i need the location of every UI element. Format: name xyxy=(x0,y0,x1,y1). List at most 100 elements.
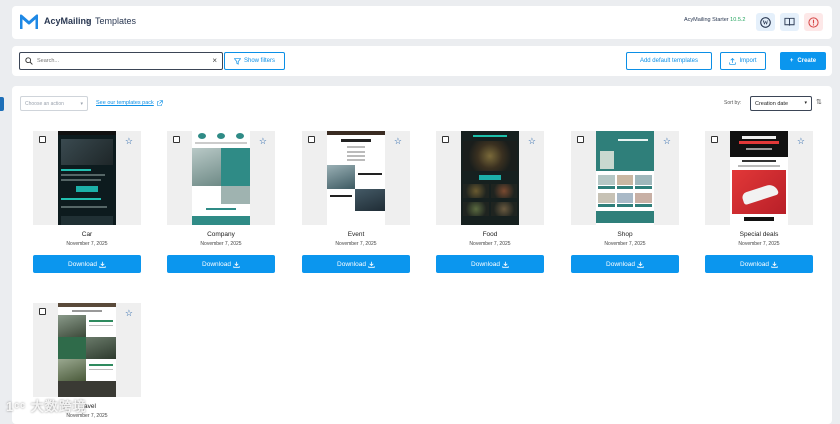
watermark-text: 大数跨境 xyxy=(30,399,87,414)
search-icon xyxy=(25,57,33,65)
search-box[interactable]: × xyxy=(19,52,223,70)
breadcrumb-separator: > xyxy=(86,16,92,26)
download-label: Download xyxy=(740,260,769,268)
watermark: 1ᶜᶜ 大数跨境 xyxy=(6,396,87,415)
bulk-action-placeholder: Choose an action xyxy=(25,101,64,107)
download-label: Download xyxy=(606,260,635,268)
star-icon[interactable]: ☆ xyxy=(663,137,671,146)
download-icon xyxy=(368,261,375,268)
import-button[interactable]: Import xyxy=(720,52,766,70)
template-preview xyxy=(192,131,250,225)
star-icon[interactable]: ☆ xyxy=(394,137,402,146)
wordpress-icon: W xyxy=(760,16,771,28)
template-name: Company xyxy=(207,231,235,238)
upload-icon xyxy=(729,57,737,65)
download-icon xyxy=(99,261,106,268)
filter-icon xyxy=(233,57,241,65)
add-default-templates-label: Add default templates xyxy=(639,58,699,64)
template-name: Food xyxy=(482,231,498,238)
template-date: November 7, 2025 xyxy=(335,241,377,247)
template-date: November 7, 2025 xyxy=(469,241,511,247)
template-date: November 7, 2025 xyxy=(738,241,780,247)
select-checkbox[interactable] xyxy=(39,308,46,315)
version-label: AcyMailing Starter 10.5.2 xyxy=(684,17,746,23)
template-thumbnail[interactable]: ☆ xyxy=(33,131,141,225)
plus-icon: + xyxy=(789,58,794,64)
star-icon[interactable]: ☆ xyxy=(259,137,267,146)
star-icon[interactable]: ☆ xyxy=(528,137,536,146)
create-label: Create xyxy=(797,58,817,64)
acymailing-logo-icon xyxy=(20,14,38,29)
download-button[interactable]: Download xyxy=(571,255,679,273)
sort-value: Creation date xyxy=(755,101,789,107)
chevron-down-icon: ▾ xyxy=(80,101,83,107)
select-checkbox[interactable] xyxy=(442,136,449,143)
add-default-templates-button[interactable]: Add default templates xyxy=(626,52,712,70)
template-date: November 7, 2025 xyxy=(66,241,108,247)
select-checkbox[interactable] xyxy=(711,136,718,143)
template-thumbnail[interactable]: ☆ xyxy=(436,131,544,225)
external-link-icon xyxy=(156,100,163,106)
template-name: Event xyxy=(347,231,365,238)
sidebar-toggle-tab[interactable] xyxy=(0,97,4,111)
app-name[interactable]: AcyMailing xyxy=(44,16,92,26)
download-label: Download xyxy=(337,260,366,268)
download-label: Download xyxy=(202,260,231,268)
page-title: Templates xyxy=(95,16,137,26)
template-thumbnail[interactable]: ☆ xyxy=(167,131,275,225)
star-icon[interactable]: ☆ xyxy=(125,137,133,146)
download-button[interactable]: Download xyxy=(302,255,410,273)
template-thumbnail[interactable]: ☆ xyxy=(33,303,141,397)
alert-circle-icon xyxy=(808,16,819,28)
select-checkbox[interactable] xyxy=(308,136,315,143)
alert-button[interactable] xyxy=(804,13,823,31)
templates-pack-label: See our templates pack xyxy=(96,100,154,106)
templates-pack-link[interactable]: See our templates pack xyxy=(96,100,163,106)
download-icon xyxy=(771,261,778,268)
template-thumbnail[interactable]: ☆ xyxy=(302,131,410,225)
download-button[interactable]: Download xyxy=(436,255,544,273)
template-thumbnail[interactable]: ☆ xyxy=(571,131,679,225)
template-preview xyxy=(327,131,385,225)
template-name: Car xyxy=(81,231,93,238)
download-label: Download xyxy=(68,260,97,268)
select-checkbox[interactable] xyxy=(173,136,180,143)
download-button[interactable]: Download xyxy=(167,255,275,273)
sort-direction-icon[interactable]: ⇅ xyxy=(816,98,822,106)
template-preview xyxy=(730,131,788,225)
bulk-action-select[interactable]: Choose an action ▾ xyxy=(20,96,88,111)
download-label: Download xyxy=(471,260,500,268)
download-button[interactable]: Download xyxy=(33,255,141,273)
template-name: Special deals xyxy=(739,231,779,238)
download-icon xyxy=(233,261,240,268)
clear-search-icon[interactable]: × xyxy=(212,56,217,66)
watermark-logo-icon: 1ᶜᶜ xyxy=(6,399,27,414)
template-preview xyxy=(58,303,116,397)
template-preview xyxy=(596,131,654,225)
documentation-button[interactable] xyxy=(780,13,799,31)
show-filters-button[interactable]: Show filters xyxy=(224,52,285,70)
download-button[interactable]: Download xyxy=(705,255,813,273)
create-button[interactable]: + Create xyxy=(780,52,826,70)
chevron-down-icon: ▾ xyxy=(804,100,807,106)
template-date: November 7, 2025 xyxy=(200,241,242,247)
select-checkbox[interactable] xyxy=(577,136,584,143)
sort-select[interactable]: Creation date ▾ xyxy=(750,96,812,111)
import-label: Import xyxy=(739,58,757,64)
toolbar: × Show filters Add default templates Imp… xyxy=(12,46,832,76)
search-input[interactable] xyxy=(37,56,197,66)
wordpress-button[interactable]: W xyxy=(756,13,775,31)
star-icon[interactable]: ☆ xyxy=(125,309,133,318)
download-icon xyxy=(637,261,644,268)
star-icon[interactable]: ☆ xyxy=(797,137,805,146)
template-preview xyxy=(461,131,519,225)
templates-panel: Choose an action ▾ See our templates pac… xyxy=(12,86,832,424)
svg-text:W: W xyxy=(763,20,769,26)
template-thumbnail[interactable]: ☆ xyxy=(705,131,813,225)
template-date: November 7, 2025 xyxy=(604,241,646,247)
download-icon xyxy=(502,261,509,268)
header-bar: AcyMailing > Templates AcyMailing Starte… xyxy=(12,6,832,39)
show-filters-label: Show filters xyxy=(243,58,275,64)
select-checkbox[interactable] xyxy=(39,136,46,143)
sort-label: Sort by: xyxy=(724,100,742,106)
